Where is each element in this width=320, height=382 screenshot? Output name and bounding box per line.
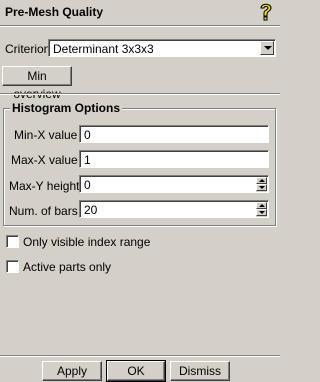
spin-up-icon[interactable] <box>256 202 267 209</box>
panel-title: Pre-Mesh Quality <box>5 5 104 19</box>
min-x-input[interactable]: 0 <box>79 125 269 143</box>
ok-button[interactable]: OK <box>106 360 166 382</box>
only-visible-checkbox[interactable] <box>6 235 19 248</box>
max-y-spinner[interactable] <box>256 177 267 192</box>
max-y-stepper[interactable]: 0 <box>79 175 269 193</box>
section-divider <box>0 93 280 95</box>
active-parts-checkbox[interactable] <box>6 260 19 273</box>
num-bars-stepper[interactable]: 20 <box>79 200 269 218</box>
dismiss-button[interactable]: Dismiss <box>170 361 230 381</box>
spin-down-icon[interactable] <box>256 184 267 191</box>
min-overview-button[interactable]: Min overview <box>2 66 72 101</box>
min-x-value: 0 <box>84 128 91 142</box>
only-visible-label: Only visible index range <box>23 235 151 249</box>
max-x-label: Max-X value <box>11 153 78 167</box>
min-x-label: Min-X value <box>14 128 78 142</box>
max-x-value: 1 <box>84 153 91 167</box>
max-y-label: Max-Y height <box>9 179 80 193</box>
max-y-value: 0 <box>84 178 91 192</box>
active-parts-label: Active parts only <box>23 260 112 274</box>
spin-up-icon[interactable] <box>256 177 267 184</box>
criterion-value: Determinant 3x3x3 <box>53 42 154 56</box>
apply-button[interactable]: Apply <box>42 361 102 381</box>
criterion-label: Criterion <box>5 42 51 56</box>
num-bars-spinner[interactable] <box>256 202 267 217</box>
footer-divider <box>0 355 280 357</box>
histogram-options-title: Histogram Options <box>10 101 123 115</box>
spin-down-icon[interactable] <box>256 209 267 216</box>
max-x-input[interactable]: 1 <box>79 150 269 168</box>
help-question-icon[interactable] <box>257 2 275 22</box>
header-divider <box>0 25 280 27</box>
num-bars-label: Num. of bars <box>9 204 78 218</box>
num-bars-value: 20 <box>84 203 98 217</box>
panel-header: Pre-Mesh Quality <box>0 0 280 24</box>
criterion-dropdown[interactable]: Determinant 3x3x3 <box>48 39 276 57</box>
chevron-down-icon[interactable] <box>260 41 274 55</box>
